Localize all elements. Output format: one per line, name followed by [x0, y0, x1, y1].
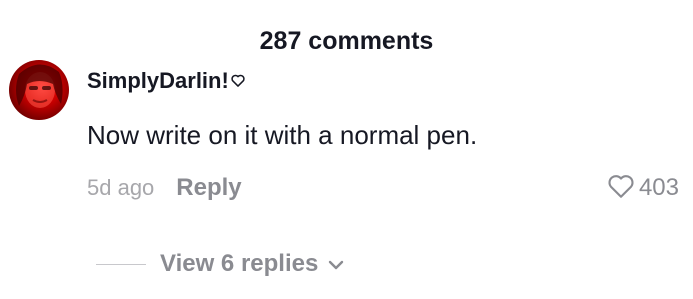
chevron-down-icon[interactable]	[328, 257, 344, 275]
user-avatar-icon[interactable]	[9, 60, 69, 120]
like-count: 403	[638, 174, 679, 201]
like-button[interactable]: 403	[607, 171, 679, 205]
view-replies-button[interactable]: View 6 replies	[96, 247, 344, 281]
comment-text: Now write on it with a normal pen.	[87, 120, 478, 150]
username[interactable]: SimplyDarlin!	[87, 64, 229, 98]
comment-timestamp: 5d ago	[87, 175, 155, 200]
view-replies-label[interactable]: View 6 replies	[160, 247, 318, 281]
heart-outline-icon[interactable]	[607, 173, 635, 204]
reply-button[interactable]: Reply	[176, 171, 241, 205]
heart-outline-icon	[231, 74, 245, 92]
divider	[96, 263, 146, 265]
comment-meta: 5d ago Reply	[87, 171, 242, 205]
comment-author[interactable]: SimplyDarlin!	[87, 64, 245, 98]
comments-count-header: 287 comments	[259, 27, 434, 55]
